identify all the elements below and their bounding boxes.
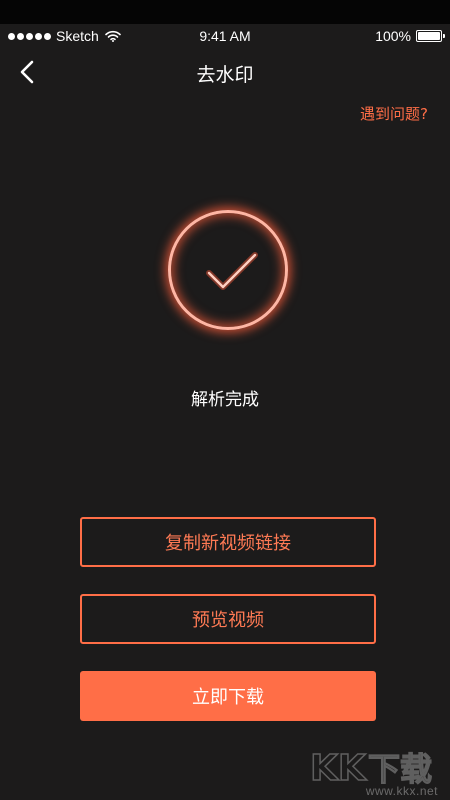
parse-status-text: 解析完成 (191, 390, 259, 410)
preview-video-button[interactable]: 预览视频 (80, 594, 376, 644)
watermark-logo: KK 下载 (310, 747, 433, 788)
page-title: 去水印 (196, 64, 254, 86)
success-circle (168, 210, 288, 330)
svg-text:下载: 下载 (368, 750, 432, 788)
download-button[interactable]: 立即下载 (80, 671, 376, 721)
top-band (0, 0, 450, 24)
copy-link-button[interactable]: 复制新视频链接 (80, 517, 376, 567)
battery-percent: 100% (375, 28, 411, 44)
screen: Sketch 9:41 AM 100% 去水印 遇到问题? 解析完成 复制新视频… (0, 0, 450, 800)
battery-icon (416, 30, 445, 42)
help-link[interactable]: 遇到问题? (360, 103, 428, 124)
status-bar: Sketch 9:41 AM 100% (0, 24, 450, 48)
watermark-url: www.kkx.net (365, 784, 438, 798)
status-right: 100% (375, 28, 445, 44)
checkmark-icon (206, 252, 258, 290)
nav-bar: 去水印 (0, 48, 450, 96)
svg-text:KK: KK (310, 748, 367, 788)
